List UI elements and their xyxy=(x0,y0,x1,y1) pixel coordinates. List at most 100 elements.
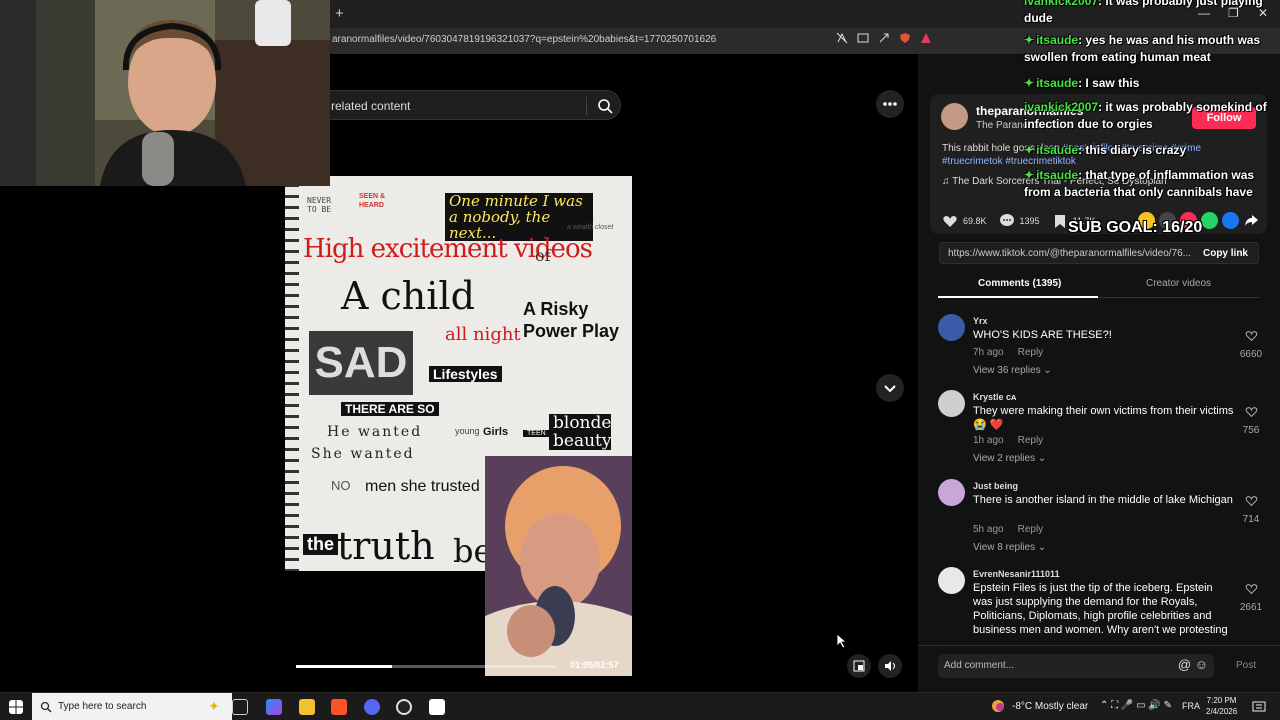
taskbar-search-placeholder: Type here to search xyxy=(58,701,147,712)
post-button[interactable]: Post xyxy=(1236,660,1256,671)
search-divider xyxy=(586,97,587,115)
capcut-icon[interactable] xyxy=(429,699,445,715)
no-translate-icon[interactable] xyxy=(836,32,848,44)
gem-icon: ✦ xyxy=(1024,76,1035,90)
comment-user[interactable]: Yrx xyxy=(973,316,988,326)
search-bar[interactable]: related content xyxy=(310,90,621,120)
share-arrow-icon[interactable] xyxy=(1243,212,1260,229)
chat-username: ivankick2007 xyxy=(1024,100,1099,114)
comment-avatar[interactable] xyxy=(938,390,965,417)
comment-placeholder: Add comment... xyxy=(944,660,1015,671)
video-time: 01:05/02:57 xyxy=(570,660,619,670)
brave-browser-icon[interactable] xyxy=(331,699,347,715)
comment-avatar[interactable] xyxy=(938,567,965,594)
collage-text-allnight: all night xyxy=(445,324,521,345)
taskbar-clock[interactable]: 7:20 PM 2/4/2026 xyxy=(1206,695,1237,717)
comment-like[interactable]: 6660 xyxy=(1236,329,1266,360)
notification-icon[interactable] xyxy=(1252,700,1266,714)
view-replies-label: View 8 replies xyxy=(973,542,1036,553)
view-replies-button[interactable]: View 2 replies ⌄ xyxy=(973,453,1046,464)
volume-button[interactable] xyxy=(878,654,902,678)
comment-avatar[interactable] xyxy=(938,314,965,341)
video-progress-fill xyxy=(296,665,393,668)
view-replies-label: View 2 replies xyxy=(973,453,1036,464)
taskbar-search[interactable]: Type here to search ✦ xyxy=(32,693,232,720)
video-progress-bar[interactable] xyxy=(296,665,556,668)
discord-icon[interactable] xyxy=(364,699,380,715)
mouse-cursor-icon xyxy=(836,633,848,649)
collage-text-never: NEVER TO BE xyxy=(307,196,332,214)
file-explorer-icon[interactable] xyxy=(299,699,315,715)
weather-text[interactable]: -8°C Mostly clear xyxy=(1012,701,1088,712)
collage-text-young: young xyxy=(455,426,480,436)
comment-avatar[interactable] xyxy=(938,479,965,506)
like-stat[interactable]: 69.8K xyxy=(942,213,987,229)
chat-username: itsaude xyxy=(1036,168,1079,182)
reader-icon[interactable] xyxy=(857,32,869,44)
system-tray[interactable]: ⌃ ⛶ 🎤 ▭ 🔊 ✎ xyxy=(1100,700,1172,711)
video-player[interactable]: NEVER TO BE SEEN & HEARD One minute I wa… xyxy=(285,176,632,676)
reply-button[interactable]: Reply xyxy=(1018,524,1044,535)
search-icon[interactable] xyxy=(596,97,614,115)
copy-link-button[interactable]: Copy link xyxy=(1203,248,1248,259)
comment-text: Epstein Files is just the tip of the ice… xyxy=(973,582,1228,636)
search-icon xyxy=(40,701,52,713)
reply-button[interactable]: Reply xyxy=(1018,435,1044,446)
comment-text: There is another island in the middle of… xyxy=(973,494,1233,506)
more-options-button[interactable] xyxy=(876,90,904,118)
comment-count: 1395 xyxy=(1019,216,1040,226)
mention-emoji-icons[interactable]: @ ☺ xyxy=(1178,657,1208,672)
task-view-icon[interactable] xyxy=(232,699,248,715)
clock-time: 7:20 PM xyxy=(1206,696,1237,705)
share-icon[interactable] xyxy=(878,32,890,44)
brave-rewards-icon[interactable] xyxy=(920,32,932,44)
facebook-icon[interactable] xyxy=(1222,212,1239,229)
tab-comments[interactable]: Comments (1395) xyxy=(978,278,1061,289)
video-link[interactable]: https://www.tiktok.com/@theparanormalfil… xyxy=(948,248,1191,259)
comment-item: EvrenNesanir111011 Epstein Files is just… xyxy=(938,567,1268,639)
collage-text-teen: TEEN xyxy=(523,430,550,437)
comment-like-count: 714 xyxy=(1242,514,1260,525)
chat-message: ✦ itsaude: this diary is crazy xyxy=(1024,142,1280,159)
chat-username: itsaude xyxy=(1036,143,1079,157)
comment-user[interactable]: Krystle ᴄᴀ xyxy=(973,392,1016,402)
collage-text-sad: SAD xyxy=(309,331,413,395)
view-replies-button[interactable]: View 8 replies ⌄ xyxy=(973,542,1046,553)
copilot-icon[interactable] xyxy=(266,699,282,715)
comment-like-count: 6660 xyxy=(1239,349,1263,360)
whatsapp-icon[interactable] xyxy=(1201,212,1218,229)
comment-input[interactable]: Add comment... @ ☺ xyxy=(938,654,1214,678)
view-replies-button[interactable]: View 36 replies ⌄ xyxy=(973,365,1052,376)
collage-text-therearso: THERE ARE SO xyxy=(341,402,439,416)
comment-user[interactable]: EvrenNesanir111011 xyxy=(973,569,1060,579)
reply-button[interactable]: Reply xyxy=(1018,347,1044,358)
chat-username: ivankick2007 xyxy=(1024,0,1099,8)
input-language[interactable]: FRA xyxy=(1182,701,1200,711)
comment-text: WHO'S KIDS ARE THESE?! xyxy=(973,329,1112,341)
new-tab-button[interactable]: + xyxy=(335,5,344,22)
comment-user[interactable]: Just being xyxy=(973,481,1018,491)
creator-avatar[interactable] xyxy=(941,103,968,130)
comment-stat[interactable]: 1395 xyxy=(999,213,1040,229)
tab-creator-videos[interactable]: Creator videos xyxy=(1146,278,1211,289)
comment-like[interactable]: 2661 xyxy=(1236,582,1266,613)
gem-icon: ✦ xyxy=(1024,168,1035,182)
next-video-button[interactable] xyxy=(876,374,904,402)
streamer-facecam-figure xyxy=(485,456,632,676)
chat-message: ✦ itsaude: yes he was and his mouth was s… xyxy=(1024,32,1280,66)
obs-icon[interactable] xyxy=(396,699,412,715)
comment-like[interactable]: 756 xyxy=(1236,405,1266,436)
comment-meta: 1h ago Reply xyxy=(973,435,1057,446)
bookmark-icon xyxy=(1054,215,1065,228)
windows-start-icon[interactable] xyxy=(9,700,23,714)
comment-like[interactable]: 714 xyxy=(1236,494,1266,525)
miniplayer-icon xyxy=(853,660,865,672)
url-field[interactable]: aranormalfiles/video/7603047819196321037… xyxy=(332,34,716,45)
clock-date: 2/4/2026 xyxy=(1206,707,1238,716)
collage-text-achild: A child xyxy=(341,274,475,318)
collage-text-the2: the xyxy=(303,534,338,555)
miniplayer-button[interactable] xyxy=(847,654,871,678)
brave-shield-icon[interactable] xyxy=(899,32,911,44)
search-input[interactable]: related content xyxy=(331,99,410,113)
heart-icon xyxy=(943,216,957,227)
